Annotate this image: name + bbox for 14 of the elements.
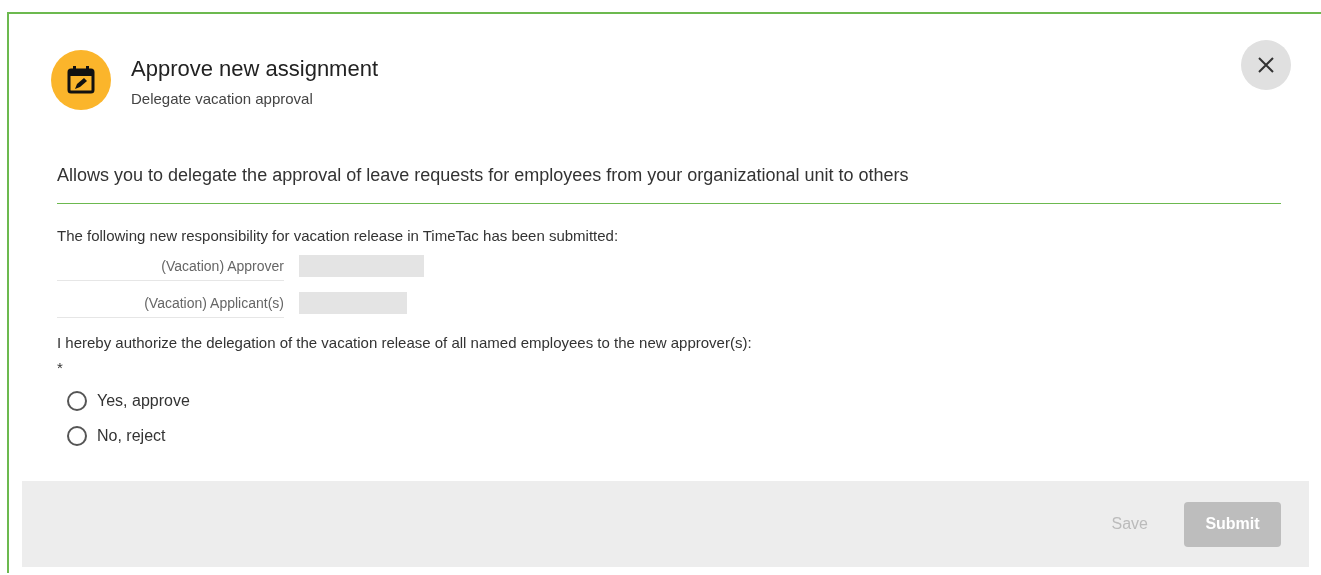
radio-circle[interactable] [67, 391, 87, 411]
dialog-title: Approve new assignment [131, 56, 380, 82]
calendar-edit-icon [50, 49, 112, 111]
dialog-subtitle: Delegate vacation approval [131, 90, 314, 107]
close-button[interactable] [1241, 40, 1291, 90]
field-label: (Vacation) Applicant(s) [57, 291, 284, 318]
radio-circle[interactable] [67, 426, 87, 446]
intro-text: The following new responsibility for vacation release in TimeTac has been submitted: [57, 227, 620, 244]
close-icon [1258, 57, 1274, 73]
radio-option[interactable]: Yes, approve [67, 387, 1321, 415]
description: Allows you to delegate the approval of leave requests for employees from your organizational unit to others [57, 165, 910, 186]
field-label: (Vacation) Approver [57, 254, 284, 281]
question-text: I hereby authorize the delegation of the vacation release of all named employees to the new approver(s): * [57, 333, 753, 378]
radio-option[interactable]: No, reject [67, 422, 1321, 450]
